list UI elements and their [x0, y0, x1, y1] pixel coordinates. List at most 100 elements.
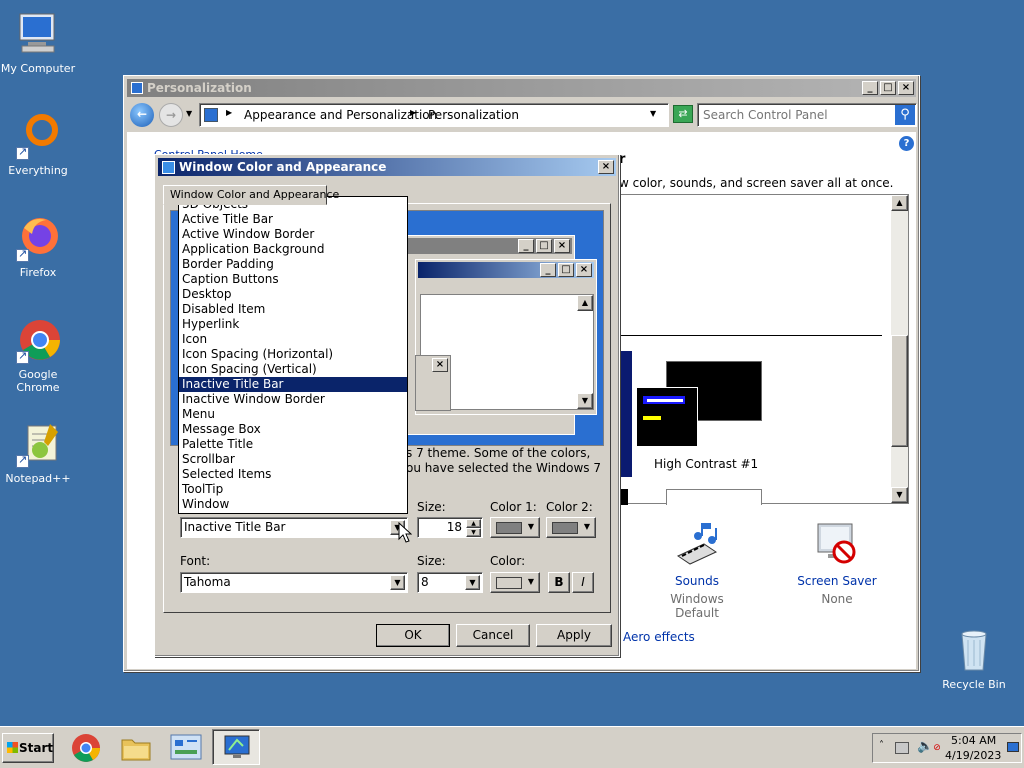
- preview-msgbox-close-icon: ×: [432, 358, 448, 372]
- dropdown-item[interactable]: Selected Items: [179, 467, 407, 482]
- dropdown-item[interactable]: Palette Title: [179, 437, 407, 452]
- forward-arrow-icon[interactable]: →: [159, 103, 183, 127]
- tray-volume-muted-icon[interactable]: 🔈⊘: [917, 739, 941, 754]
- apply-label: Apply: [557, 628, 591, 642]
- dropdown-item[interactable]: Icon Spacing (Vertical): [179, 362, 407, 377]
- taskbar-control-panel-icon[interactable]: [168, 732, 204, 764]
- screen-saver-label[interactable]: Screen Saver: [787, 574, 887, 588]
- item-select[interactable]: Inactive Title Bar ▼: [180, 517, 408, 538]
- tray-network-icon[interactable]: [895, 742, 909, 754]
- dropdown-item[interactable]: Application Background: [179, 242, 407, 257]
- dropdown-item[interactable]: Icon Spacing (Horizontal): [179, 347, 407, 362]
- windows-logo-icon: [7, 742, 18, 753]
- font-size-chevron-down-icon[interactable]: ▼: [465, 575, 480, 590]
- start-button[interactable]: Start: [2, 733, 54, 763]
- theme-high-contrast-1[interactable]: High Contrast #1: [636, 361, 766, 471]
- dropdown-item[interactable]: ToolTip: [179, 482, 407, 497]
- font-color-swatch: [496, 577, 522, 589]
- show-desktop-icon[interactable]: [1007, 742, 1019, 752]
- screen-saver-item[interactable]: Screen Saver None: [787, 522, 887, 606]
- dialog-close-button[interactable]: ×: [598, 160, 614, 174]
- breadcrumb-appearance[interactable]: Appearance and Personalization: [244, 108, 437, 122]
- desktop-icon-recycle-bin[interactable]: Recycle Bin: [936, 626, 1012, 691]
- preview-scroll-up-icon: ▲: [577, 295, 593, 311]
- dropdown-item[interactable]: Icon: [179, 332, 407, 347]
- font-select-chevron-down-icon[interactable]: ▼: [390, 575, 405, 590]
- italic-button[interactable]: I: [572, 572, 594, 593]
- dropdown-item[interactable]: Border Padding: [179, 257, 407, 272]
- minimize-button[interactable]: _: [862, 81, 878, 95]
- dropdown-item[interactable]: Message Box: [179, 422, 407, 437]
- desktop-icon-notepad-plus-plus[interactable]: Notepad++: [0, 420, 76, 485]
- aero-effects-link[interactable]: Aero effects: [623, 630, 695, 644]
- close-button[interactable]: ×: [898, 81, 914, 95]
- breadcrumb-personalization[interactable]: Personalization: [428, 108, 519, 122]
- theme-list-scrollbar[interactable]: ▲ ▼: [891, 195, 908, 503]
- scroll-up-button[interactable]: ▲: [891, 195, 908, 211]
- recent-pages-chevron-icon[interactable]: ▼: [186, 109, 192, 118]
- refresh-icon[interactable]: ⇄: [673, 105, 693, 123]
- font-size-select[interactable]: 8 ▼: [417, 572, 483, 593]
- color1-button[interactable]: ▼: [490, 517, 540, 538]
- dropdown-item[interactable]: Active Window Border: [179, 227, 407, 242]
- sounds-item[interactable]: Sounds Windows Default: [647, 522, 747, 620]
- theme-preview-partial-bottom: [666, 489, 762, 505]
- clock-date[interactable]: 4/19/2023: [945, 749, 1001, 762]
- taskbar-chrome-icon[interactable]: [70, 732, 102, 764]
- font-select[interactable]: Tahoma ▼: [180, 572, 408, 593]
- search-icon[interactable]: ⚲: [895, 105, 915, 125]
- search-box[interactable]: ⚲: [697, 103, 917, 127]
- color2-swatch: [552, 522, 578, 534]
- dropdown-item[interactable]: Scrollbar: [179, 452, 407, 467]
- dropdown-item[interactable]: Inactive Window Border: [179, 392, 407, 407]
- dropdown-item[interactable]: Desktop: [179, 287, 407, 302]
- address-dropdown-icon[interactable]: ▼: [650, 109, 656, 118]
- sounds-label[interactable]: Sounds: [647, 574, 747, 588]
- search-input[interactable]: [701, 107, 891, 123]
- dropdown-item[interactable]: Hyperlink: [179, 317, 407, 332]
- bold-button[interactable]: B: [548, 572, 570, 593]
- font-color-button[interactable]: ▼: [490, 572, 540, 593]
- shortcut-arrow-icon: [16, 453, 29, 468]
- clock-time[interactable]: 5:04 AM: [951, 734, 996, 747]
- tray-expand-chevron-up-icon[interactable]: ˄: [879, 740, 884, 751]
- scroll-down-button[interactable]: ▼: [891, 487, 908, 503]
- desktop-icon-firefox[interactable]: Firefox: [0, 214, 76, 279]
- scroll-thumb[interactable]: [891, 335, 908, 447]
- color2-button[interactable]: ▼: [546, 517, 596, 538]
- ok-button[interactable]: OK: [376, 624, 450, 647]
- dropdown-item[interactable]: Inactive Title Bar: [179, 377, 407, 392]
- desktop-icon-google-chrome[interactable]: Google Chrome: [0, 316, 76, 394]
- dialog-title-bar[interactable]: Window Color and Appearance ×: [158, 158, 616, 176]
- desktop-icon-everything[interactable]: Everything: [0, 112, 76, 177]
- item-dropdown-list[interactable]: 3D ObjectsActive Title BarActive Window …: [178, 196, 408, 514]
- dropdown-item[interactable]: Caption Buttons: [179, 272, 407, 287]
- address-separator-icon[interactable]: ▶: [226, 108, 232, 117]
- help-icon[interactable]: ?: [899, 136, 914, 151]
- address-bar[interactable]: ▶ Appearance and Personalization ▶ Perso…: [199, 103, 669, 127]
- taskbar-explorer-icon[interactable]: [120, 732, 152, 764]
- shortcut-arrow-icon: [16, 349, 29, 364]
- apply-button[interactable]: Apply: [536, 624, 612, 647]
- font-size-value: 8: [421, 575, 429, 589]
- dropdown-item[interactable]: Window: [179, 497, 407, 512]
- dropdown-item[interactable]: Menu: [179, 407, 407, 422]
- size-up-icon[interactable]: ▲: [466, 519, 481, 528]
- dropdown-item[interactable]: Disabled Item: [179, 302, 407, 317]
- taskbar-personalization-button[interactable]: [212, 729, 260, 765]
- maximize-button[interactable]: □: [880, 81, 896, 95]
- item-size-stepper[interactable]: 18 ▲ ▼: [417, 517, 483, 538]
- address-separator-icon[interactable]: ▶: [410, 108, 416, 117]
- desktop-icon-my-computer[interactable]: My Computer: [0, 10, 76, 75]
- color1-chevron-down-icon: ▼: [527, 522, 534, 531]
- desktop-icon-label: Google Chrome: [16, 368, 60, 394]
- tab-window-color-appearance[interactable]: Window Color and Appearance: [163, 185, 339, 205]
- size-down-icon[interactable]: ▼: [466, 528, 481, 537]
- navigation-bar: ← → ▼ ▶ Appearance and Personalization ▶…: [127, 100, 917, 130]
- back-arrow-icon[interactable]: ←: [130, 103, 154, 127]
- preview-scroll-down-icon: ▼: [577, 393, 593, 409]
- personalization-title-bar[interactable]: Personalization _ □ ×: [127, 79, 916, 97]
- cancel-button[interactable]: Cancel: [456, 624, 530, 647]
- dropdown-item[interactable]: Active Title Bar: [179, 212, 407, 227]
- tab-label: Window Color and Appearance: [170, 188, 340, 201]
